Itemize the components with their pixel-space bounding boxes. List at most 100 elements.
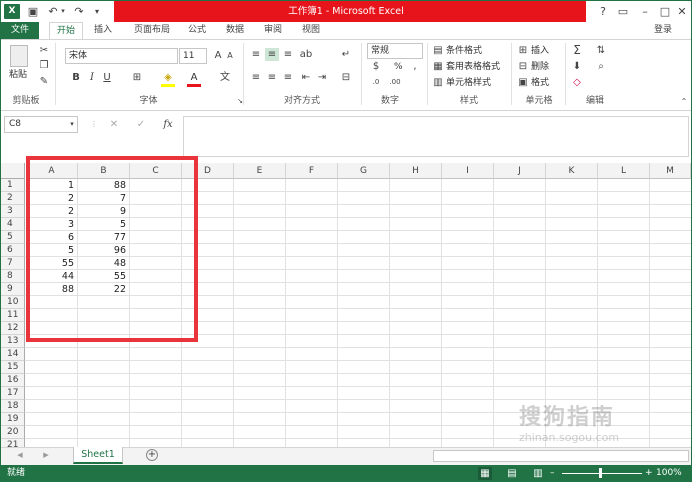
- align-top-icon[interactable]: ≡: [249, 48, 263, 61]
- copy-icon[interactable]: ❐: [37, 59, 51, 72]
- font-size-select[interactable]: 11: [179, 48, 207, 64]
- horizontal-scrollbar[interactable]: [433, 450, 689, 462]
- align-left-icon[interactable]: ≡: [249, 71, 263, 84]
- column-header[interactable]: G: [338, 163, 390, 179]
- sheet-tab-sheet1[interactable]: Sheet1: [73, 447, 123, 464]
- fill-icon[interactable]: ⬇: [570, 60, 584, 73]
- delete-cells-icon[interactable]: ⊟: [516, 60, 530, 73]
- column-header[interactable]: J: [494, 163, 546, 179]
- font-color-icon[interactable]: A: [187, 71, 201, 84]
- increase-indent-icon[interactable]: ⇥: [315, 71, 329, 84]
- close-icon[interactable]: ✕: [668, 1, 691, 22]
- column-header[interactable]: K: [546, 163, 598, 179]
- row-header[interactable]: 20: [1, 426, 25, 439]
- format-cells-button[interactable]: 格式: [531, 76, 549, 91]
- paste-icon[interactable]: [10, 45, 28, 67]
- normal-view-icon[interactable]: ▦: [478, 467, 492, 480]
- comma-style-icon[interactable]: ,: [408, 60, 422, 73]
- row-header[interactable]: 11: [1, 309, 25, 322]
- cell-styles-icon[interactable]: ▥: [431, 76, 445, 89]
- phonetic-icon[interactable]: 文: [218, 71, 232, 84]
- column-header[interactable]: E: [234, 163, 286, 179]
- row-header[interactable]: 7: [1, 257, 25, 270]
- clear-icon[interactable]: ◇: [570, 76, 584, 89]
- add-sheet-icon[interactable]: +: [146, 449, 158, 461]
- format-painter-icon[interactable]: ✎: [37, 75, 51, 88]
- bold-button[interactable]: B: [69, 71, 83, 84]
- wrap-text-icon[interactable]: ↵: [339, 48, 353, 61]
- next-sheet-icon[interactable]: ▶: [39, 449, 53, 462]
- prev-sheet-icon[interactable]: ◀: [13, 449, 27, 462]
- page-break-view-icon[interactable]: ▥: [531, 467, 545, 480]
- increase-decimal-icon[interactable]: .0: [369, 76, 383, 89]
- collapse-ribbon-icon[interactable]: ⌃: [677, 95, 691, 108]
- delete-cells-button[interactable]: 删除: [531, 60, 549, 75]
- column-header[interactable]: I: [442, 163, 494, 179]
- fill-color-icon[interactable]: ◈: [161, 71, 175, 84]
- row-header[interactable]: 15: [1, 361, 25, 374]
- enter-icon[interactable]: ✓: [134, 118, 148, 131]
- insert-function-button[interactable]: fx: [161, 118, 175, 131]
- tab-review[interactable]: 审阅: [257, 22, 289, 39]
- row-header[interactable]: 18: [1, 400, 25, 413]
- merge-center-icon[interactable]: ⊟: [339, 71, 353, 84]
- login-link[interactable]: 登录: [649, 22, 677, 39]
- tab-view[interactable]: 视图: [295, 22, 327, 39]
- conditional-format-icon[interactable]: ▤: [431, 44, 445, 57]
- row-header[interactable]: 12: [1, 322, 25, 335]
- italic-button[interactable]: I: [85, 71, 99, 84]
- row-header[interactable]: 8: [1, 270, 25, 283]
- formula-input[interactable]: [183, 116, 689, 157]
- borders-icon[interactable]: ⊞: [130, 71, 144, 84]
- column-header[interactable]: H: [390, 163, 442, 179]
- row-header[interactable]: 9: [1, 283, 25, 296]
- decrease-indent-icon[interactable]: ⇤: [299, 71, 313, 84]
- font-dialog-launcher-icon[interactable]: ↘: [233, 95, 247, 108]
- row-header[interactable]: 13: [1, 335, 25, 348]
- tab-data[interactable]: 数据: [219, 22, 251, 39]
- format-as-table-button[interactable]: 套用表格格式: [446, 60, 500, 75]
- format-as-table-icon[interactable]: ▦: [431, 60, 445, 73]
- find-select-icon[interactable]: ⌕: [594, 60, 608, 73]
- zoom-out-icon[interactable]: –: [550, 465, 555, 481]
- zoom-in-icon[interactable]: +: [645, 465, 653, 481]
- orientation-icon[interactable]: ab: [299, 48, 313, 61]
- shrink-font-icon[interactable]: A: [223, 49, 237, 62]
- row-header[interactable]: 3: [1, 205, 25, 218]
- align-right-icon[interactable]: ≡: [281, 71, 295, 84]
- column-header[interactable]: L: [598, 163, 650, 179]
- row-header[interactable]: 5: [1, 231, 25, 244]
- insert-cells-button[interactable]: 插入: [531, 44, 549, 59]
- cancel-icon[interactable]: ✕: [107, 118, 121, 131]
- align-bottom-icon[interactable]: ≡: [281, 48, 295, 61]
- zoom-slider[interactable]: [562, 473, 642, 474]
- column-header[interactable]: M: [650, 163, 691, 179]
- align-middle-icon[interactable]: ≡: [265, 48, 279, 61]
- name-box-dropdown-icon[interactable]: ▾: [65, 118, 79, 131]
- tab-file[interactable]: 文件: [1, 22, 39, 39]
- row-header[interactable]: 17: [1, 387, 25, 400]
- row-header[interactable]: 14: [1, 348, 25, 361]
- tab-insert[interactable]: 插入: [87, 22, 119, 39]
- zoom-level[interactable]: 100%: [656, 465, 682, 481]
- conditional-format-button[interactable]: 条件格式: [446, 44, 482, 59]
- cell-styles-button[interactable]: 单元格样式: [446, 76, 491, 91]
- underline-button[interactable]: U: [100, 71, 114, 84]
- currency-icon[interactable]: $: [369, 60, 383, 73]
- select-all-corner[interactable]: [1, 163, 25, 179]
- page-layout-view-icon[interactable]: ▤: [505, 467, 519, 480]
- tab-formulas[interactable]: 公式: [181, 22, 213, 39]
- column-header[interactable]: F: [286, 163, 338, 179]
- cut-icon[interactable]: ✂: [37, 44, 51, 57]
- sort-filter-icon[interactable]: ⇅: [594, 44, 608, 57]
- row-header[interactable]: 6: [1, 244, 25, 257]
- align-center-icon[interactable]: ≡: [265, 71, 279, 84]
- row-header[interactable]: 2: [1, 192, 25, 205]
- percent-button[interactable]: %: [394, 60, 403, 75]
- tab-page-layout[interactable]: 页面布局: [127, 22, 177, 39]
- decrease-decimal-icon[interactable]: .00: [388, 76, 402, 89]
- row-header[interactable]: 19: [1, 413, 25, 426]
- font-name-select[interactable]: 宋体: [65, 48, 178, 64]
- number-format-select[interactable]: 常规: [367, 43, 423, 59]
- insert-cells-icon[interactable]: ⊞: [516, 44, 530, 57]
